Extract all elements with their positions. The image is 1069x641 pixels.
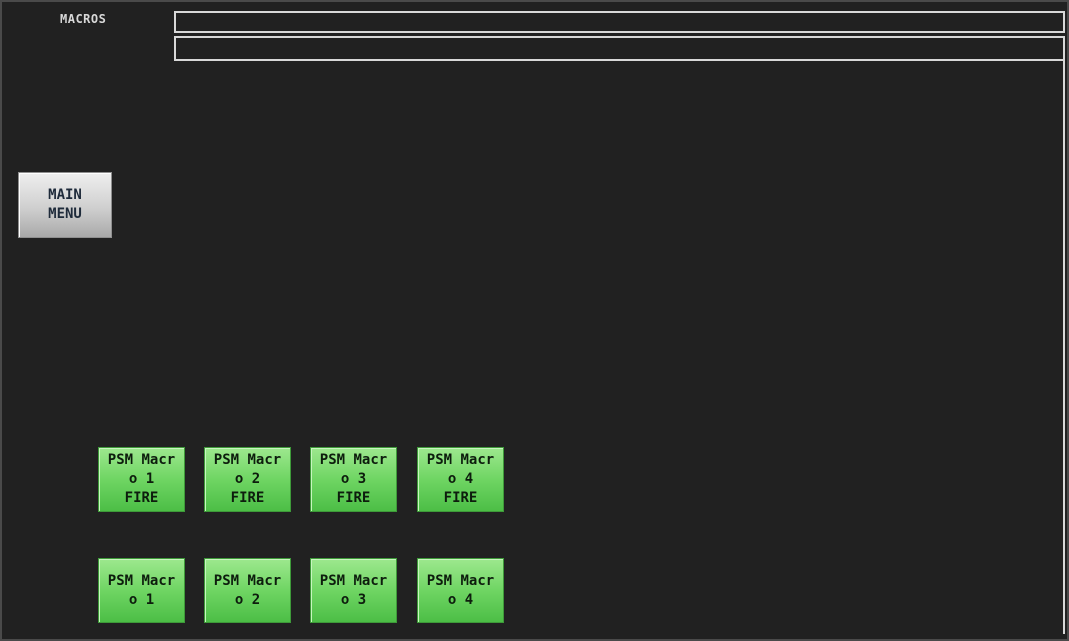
- psm-macro-2-fire-button[interactable]: PSM Macr o 2 FIRE: [204, 447, 291, 512]
- psm-macro-2-button[interactable]: PSM Macr o 2: [204, 558, 291, 623]
- psm-macro-3-button[interactable]: PSM Macr o 3: [310, 558, 397, 623]
- psm-macro-1-fire-button[interactable]: PSM Macr o 1 FIRE: [98, 447, 185, 512]
- macros-panel: MACROS MAIN MENU PSM Macr o 1 FIRE PSM M…: [0, 0, 1069, 641]
- psm-macro-1-button[interactable]: PSM Macr o 1: [98, 558, 185, 623]
- page-title: MACROS: [60, 12, 107, 26]
- psm-macro-4-button[interactable]: PSM Macr o 4: [417, 558, 504, 623]
- psm-macro-3-fire-button[interactable]: PSM Macr o 3 FIRE: [310, 447, 397, 512]
- main-menu-button[interactable]: MAIN MENU: [18, 172, 112, 238]
- panel-divider: [1063, 61, 1065, 634]
- psm-macro-4-fire-button[interactable]: PSM Macr o 4 FIRE: [417, 447, 504, 512]
- status-line-2: [174, 36, 1065, 61]
- status-line-1: [174, 11, 1065, 33]
